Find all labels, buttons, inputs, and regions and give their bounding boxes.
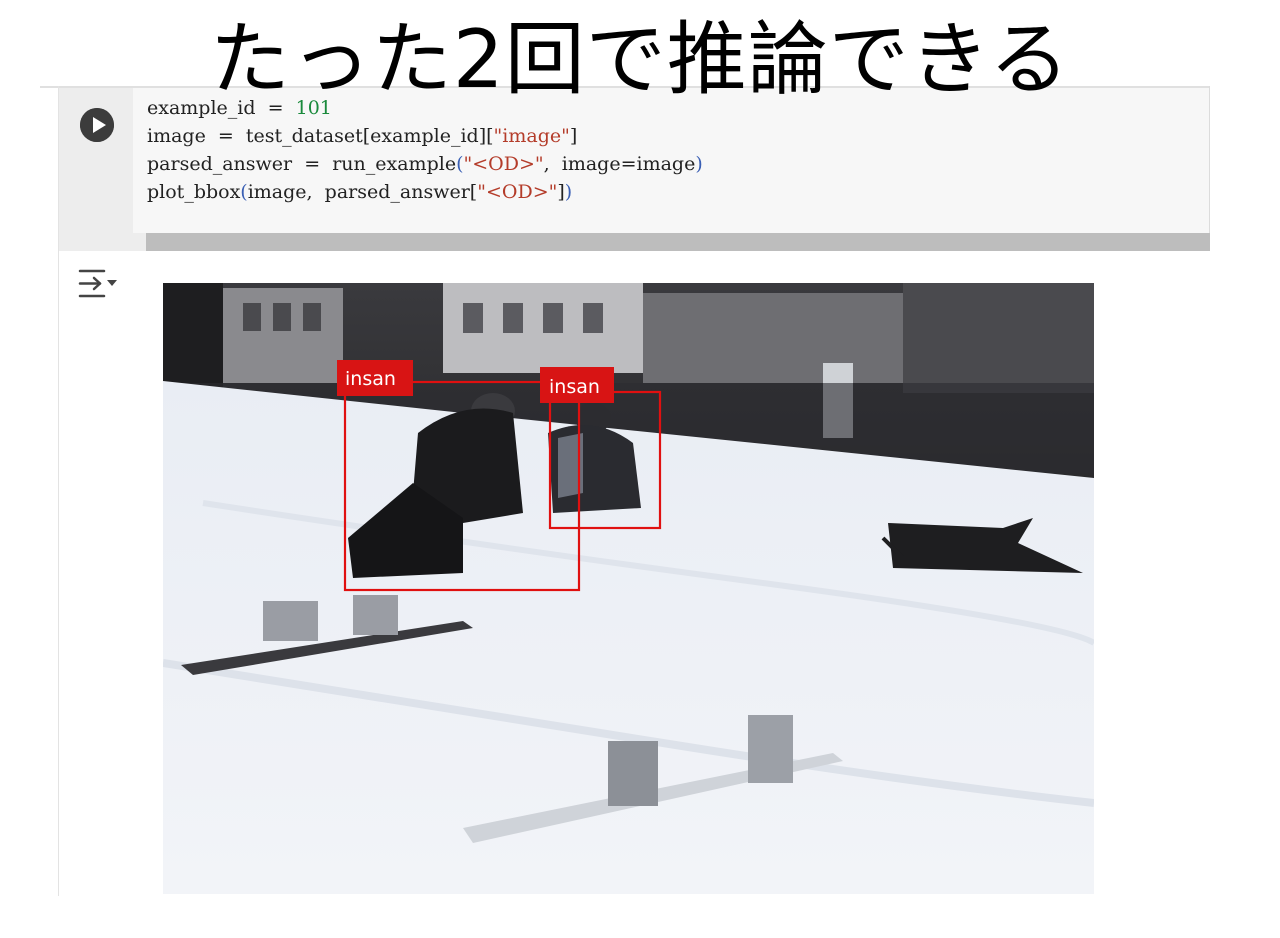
output-collapse-icon — [78, 269, 117, 298]
cell-right-divider — [1209, 86, 1210, 251]
run-cell-button[interactable] — [80, 108, 114, 142]
code-token: "<OD>" — [477, 181, 558, 203]
code-token: "image" — [493, 125, 570, 147]
code-token: ( — [240, 181, 248, 203]
output-collapse-button[interactable] — [76, 266, 120, 302]
building-right — [643, 293, 903, 383]
play-circle-icon — [80, 108, 114, 142]
building-left — [223, 288, 343, 383]
code-horizontal-scrollbar[interactable] — [146, 233, 1210, 251]
code-text[interactable]: example_id = 101 image = test_dataset[exa… — [147, 94, 703, 206]
code-line: plot_bbox(image, parsed_answer["<OD>"]) — [147, 178, 703, 206]
cell-left-divider — [58, 86, 59, 896]
code-line: image = test_dataset[example_id]["image"… — [147, 122, 703, 150]
code-token: ) — [564, 181, 573, 203]
code-token: test_dataset[example_id][ — [245, 125, 494, 147]
code-token: , image=image — [543, 153, 696, 175]
dark-building — [163, 283, 223, 393]
code-token: ] — [557, 181, 565, 203]
code-token: parsed_answer — [147, 153, 293, 175]
code-token: image — [147, 125, 206, 147]
bbox-label: insan — [345, 368, 396, 390]
output-image: insan insan — [163, 283, 1094, 894]
code-token: plot_bbox — [147, 181, 241, 203]
code-token: = — [292, 153, 333, 175]
code-token: = — [205, 125, 246, 147]
detection-plot: insan insan — [163, 283, 1094, 894]
trees-right — [903, 283, 1094, 393]
slide-title: たった2回で推論できる — [209, 13, 1071, 106]
code-token: "<OD>" — [463, 153, 544, 175]
code-token: run_example — [332, 153, 457, 175]
code-token: ) — [695, 153, 703, 175]
code-token: ] — [569, 125, 578, 147]
code-line: parsed_answer = run_example("<OD>", imag… — [147, 150, 703, 178]
code-token: image, parsed_answer[ — [247, 181, 478, 203]
bbox-label: insan — [549, 376, 600, 398]
